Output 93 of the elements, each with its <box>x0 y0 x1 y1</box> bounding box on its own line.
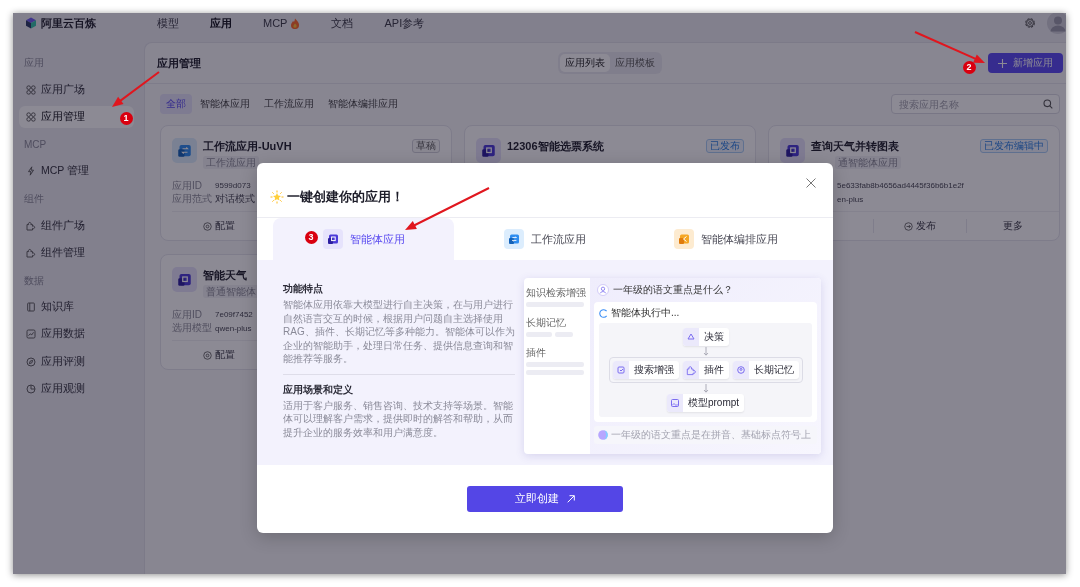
brand-name: 阿里云百炼 <box>41 16 96 31</box>
section-heading: 功能特点 <box>283 282 324 296</box>
annotation-arrow <box>112 71 160 107</box>
app-type-tab[interactable]: 工作流应用 <box>454 218 636 260</box>
preview-menu-label: 插件 <box>526 346 547 359</box>
app-type-tab[interactable]: 智能体编排应用 <box>635 218 817 260</box>
filter-tab[interactable]: 工作流应用 <box>258 94 320 114</box>
arrows-tile-icon <box>172 138 197 163</box>
section-heading: 应用场景和定义 <box>283 382 354 397</box>
status-badge: 已发布 <box>706 139 744 153</box>
target-icon <box>732 361 749 379</box>
close-icon[interactable] <box>806 178 816 188</box>
image-icon <box>666 394 683 412</box>
sidebar-item[interactable]: MCP 管理 <box>19 160 134 182</box>
puzzle-icon <box>26 220 36 231</box>
share-tile-icon <box>674 229 695 249</box>
annotation-arrow <box>914 31 985 63</box>
filter-tab[interactable]: 智能体编排应用 <box>322 94 404 114</box>
compass-icon <box>26 356 36 367</box>
nav-tab[interactable]: API参考 <box>384 15 425 31</box>
status-badge: 已发布编辑中 <box>980 139 1048 153</box>
action-button[interactable]: 配置 <box>202 348 235 362</box>
plus-icon <box>998 58 1007 68</box>
app-title: 12306智能选票系统 <box>507 139 604 154</box>
status-badge: 草稿 <box>412 139 440 153</box>
nav-tab[interactable]: 文档 <box>331 15 354 31</box>
view-tab[interactable]: 应用模板 <box>610 54 660 72</box>
section-text: 智能体应用依靠大模型进行自主决策，在与用户进行自然语言交互的时候，根据用户问题自主选择使用RAG、插件、长期记忆等多种能力。智能体可以作为企业的智能助手，处理日常任务、提供信息查询和智能推荐等服务。 <box>283 298 515 366</box>
puzzle-icon <box>26 247 36 258</box>
dialog-title: 一键创建你的应用！ <box>287 189 404 205</box>
book-icon <box>26 302 36 313</box>
action-button[interactable]: 发布 <box>904 219 936 233</box>
star-icon <box>270 190 284 204</box>
pie-chart-icon <box>26 383 36 394</box>
settings-icon <box>202 350 212 360</box>
app-title: 工作流应用-UuVH <box>203 139 292 154</box>
orb-icon <box>598 430 608 440</box>
field-value: 5e633fab8b4656ad4445f36b6b1e2f <box>837 181 964 191</box>
arrow-down-icon <box>702 384 709 393</box>
app-title: 智能天气 <box>203 268 247 283</box>
nav-tab[interactable]: MCP <box>263 15 301 31</box>
avatar-icon[interactable] <box>1047 13 1066 34</box>
field-value: qwen-plus <box>215 323 252 333</box>
field-value: 对话模式 <box>215 192 255 207</box>
sidebar-item[interactable]: 应用广场 <box>19 79 134 101</box>
bolt-icon <box>26 166 36 177</box>
sidebar-item[interactable]: 应用数据 <box>19 323 134 346</box>
filter-tab[interactable]: 智能体应用 <box>194 94 256 114</box>
node-label: 插件 <box>702 363 725 377</box>
sidebar-item[interactable]: 组件广场 <box>19 215 134 237</box>
user-icon <box>597 284 609 296</box>
chart-icon <box>26 329 36 340</box>
sidebar-item[interactable]: 应用观测 <box>19 378 134 400</box>
grid-icon <box>26 84 36 95</box>
section-text: 适用于客户服务、销售咨询、技术支持等场景。智能体可以理解客户需求，提供即时的解答和帮助，从而提升企业的服务效率和用户满意度。 <box>283 398 514 439</box>
node-label: 长期记忆 <box>752 363 795 377</box>
sidebar-item[interactable]: 组件管理 <box>19 242 134 264</box>
grid-icon <box>26 111 36 122</box>
settings-icon <box>202 221 212 231</box>
action-button[interactable]: 配置 <box>202 219 235 233</box>
nav-tab[interactable]: 应用 <box>210 15 232 31</box>
node-label: 决策 <box>702 330 725 344</box>
square-tile-icon <box>322 229 343 249</box>
nav-tab[interactable]: 模型 <box>157 15 179 31</box>
node-label: 模型prompt <box>686 396 741 410</box>
search-icon <box>1043 99 1053 109</box>
cube-icon <box>25 17 37 29</box>
settings-icon[interactable] <box>1024 17 1036 29</box>
field-value: 7e09f7452 <box>215 310 253 320</box>
arrow-down-icon <box>702 347 709 356</box>
question-text: 一年级的语文重点是什么？ <box>613 283 733 297</box>
arrows-tile-icon <box>504 229 524 249</box>
loading-icon <box>599 308 608 318</box>
sidebar-item[interactable]: 知识库 <box>19 296 134 318</box>
page-title: 应用管理 <box>157 55 202 71</box>
status-text: 智能体执行中... <box>611 306 680 320</box>
preview-menu-label: 知识检索增强 <box>526 286 587 299</box>
square-tile-icon <box>172 267 197 292</box>
app-title: 查询天气并转图表 <box>811 139 899 154</box>
preview-menu-label: 长期记忆 <box>526 316 567 329</box>
filter-tab[interactable]: 全部 <box>160 94 192 114</box>
arrow-up-right-icon <box>567 495 575 503</box>
view-tab[interactable]: 应用列表 <box>560 54 610 72</box>
puzzle-icon <box>682 361 699 379</box>
node-label: 搜索增强 <box>632 363 675 377</box>
field-value: en-plus <box>837 194 864 204</box>
checkbox-icon <box>612 361 629 379</box>
field-value: 9599d073 <box>215 181 251 191</box>
arrow-circle-icon <box>904 221 913 231</box>
action-button[interactable]: 更多 <box>1003 219 1023 233</box>
new-app-button[interactable]: 新增应用 <box>988 53 1063 73</box>
create-button[interactable]: 立即创建 <box>467 486 623 512</box>
sidebar-item[interactable]: 应用评测 <box>19 351 134 373</box>
